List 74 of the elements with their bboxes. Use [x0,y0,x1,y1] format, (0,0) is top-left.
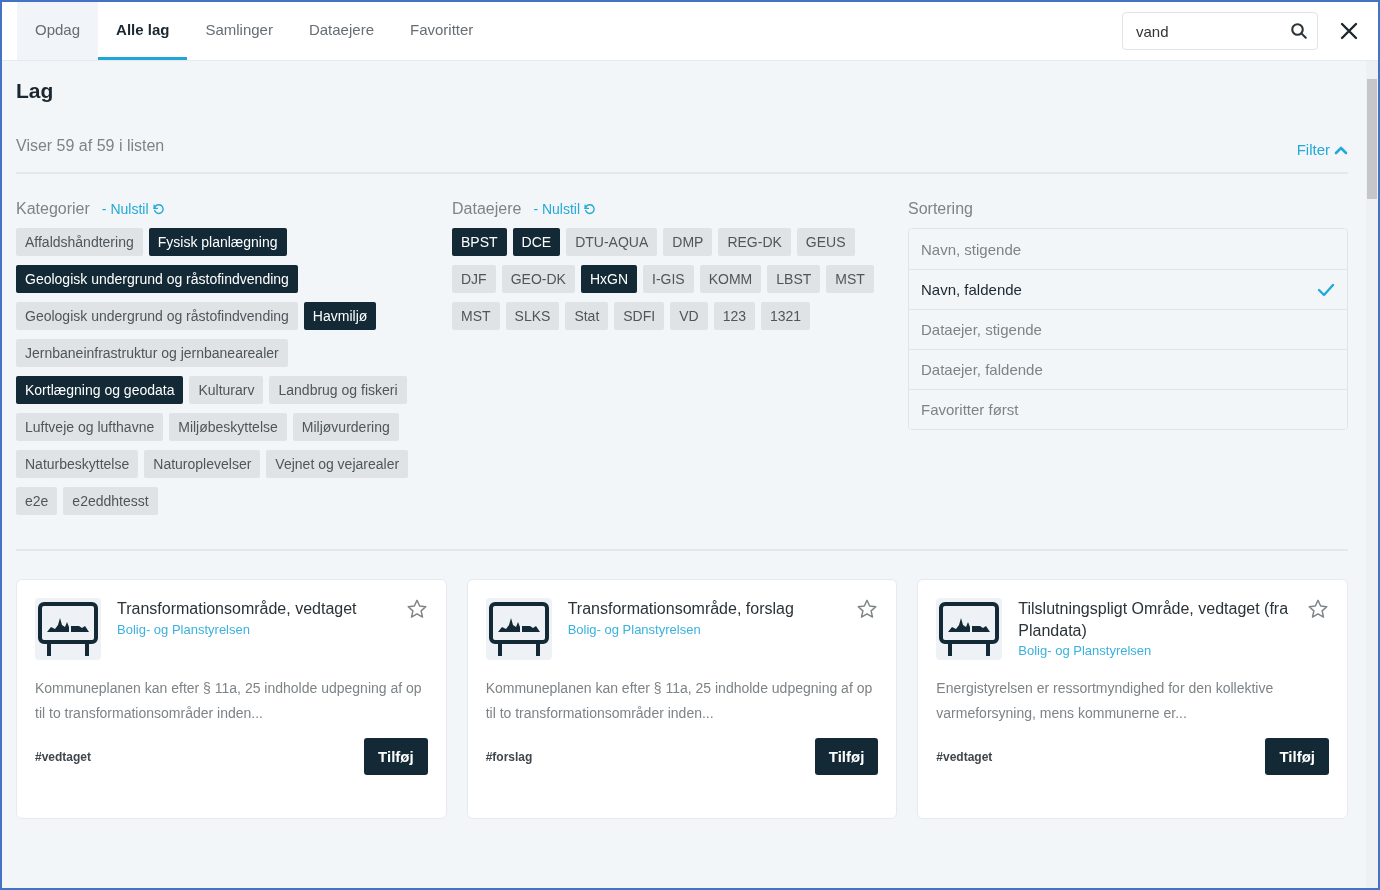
favorite-button[interactable] [856,598,879,620]
section-title: Sortering [908,200,973,218]
billboard-icon [936,598,1003,660]
filter-chip[interactable]: LBST [767,265,821,293]
sort-option[interactable]: Favoritter først [909,389,1347,429]
card-title: Transformationsområde, vedtaget [117,599,358,619]
refresh-icon [583,202,597,216]
filter-chip[interactable]: Geologisk undergrund og råstofindvending [16,302,298,330]
result-count: Viser 59 af 59 i listen [16,136,165,155]
filter-chip[interactable]: DMP [663,228,713,256]
filter-chip[interactable]: DJF [452,265,496,293]
filter-chip[interactable]: Jernbaneinfrastruktur og jernbanearealer [16,339,288,367]
close-icon [1340,22,1358,40]
search-field[interactable]: vand [1122,12,1318,50]
scrollbar[interactable] [1366,61,1378,888]
star-icon [856,598,879,620]
refresh-icon [151,202,165,216]
filter-chip[interactable]: DTU-AQUA [566,228,658,256]
add-button[interactable]: Tilføj [364,738,428,776]
filter-chip[interactable]: I-GIS [643,265,694,293]
card-description: Kommuneplanen kan efter § 11a, 25 indholde udpegning af op til to transformationsområder inden... [485,679,874,724]
filter-chip[interactable]: Fysisk planlægning [148,228,287,256]
filter-chip[interactable]: Kulturarv [189,376,264,404]
filter-chip[interactable]: Landbrug og fiskeri [269,376,407,404]
chevron-icon [1334,144,1348,155]
filter-chip[interactable]: Luftveje og lufthavne [16,413,164,441]
filter-chip[interactable]: 1321 [761,302,811,330]
card-description: Energistyrelsen er ressortmyndighed for den kollektive varmeforsyning, mens kommunerne er... [936,679,1275,724]
filter-chip[interactable]: e2eddhtesst [63,487,158,515]
filter-chip[interactable]: MST [826,265,874,293]
filter-chip[interactable]: REG-DK [718,228,791,256]
filter-chip[interactable]: GEUS [796,228,855,256]
card-description: Kommuneplanen kan efter § 11a, 25 indholde udpegning af op til to transformationsområder inden... [35,679,423,724]
filter-chip[interactable]: SDFI [614,302,665,330]
section-title: Dataejere [452,200,522,218]
search-icon [1290,22,1308,40]
favorite-button[interactable] [405,598,428,620]
filter-chip[interactable]: KOMM [699,265,762,293]
tab[interactable]: Opdag [17,2,99,60]
star-icon [405,598,428,620]
filter-chip[interactable]: VD [670,302,708,330]
filter-chip[interactable]: SLKS [505,302,560,330]
star-icon [1307,598,1329,620]
card-tag: #vedtaget [35,749,92,764]
add-button[interactable]: Tilføj [1265,738,1329,776]
filter-chip[interactable]: e2e [16,487,58,515]
close-button[interactable] [1338,20,1360,42]
add-button[interactable]: Tilføj [814,738,879,776]
filter-chip[interactable]: DCE [512,228,561,256]
filter-chip[interactable]: Stat [565,302,609,330]
filter-chip[interactable]: Miljøbeskyttelse [169,413,287,441]
filter-chip[interactable]: Vejnet og vejarealer [266,450,409,478]
filter-chip[interactable]: GEO-DK [501,265,575,293]
filter-chip[interactable]: HxGN [580,265,638,293]
section-title: Kategorier [16,200,90,218]
page-heading: Lag [16,79,55,103]
filter-chip[interactable]: Naturbeskyttelse [16,450,139,478]
filter-chip[interactable]: Havmiljø [303,302,377,330]
filter-chip[interactable]: 123 [713,302,755,330]
filter-chip[interactable]: MST [452,302,500,330]
filter-chip[interactable]: Naturoplevelser [144,450,261,478]
filter-chip[interactable]: Geologisk undergrund og råstofindvending [16,265,298,293]
check-icon [1317,282,1335,297]
favorite-button[interactable] [1307,598,1329,620]
card-title: Transformationsområde, forslag [567,599,795,619]
card-tag: #vedtaget [936,749,993,764]
billboard-icon [35,598,101,660]
billboard-icon [485,598,552,660]
card-title: Tilslutningspligt Område, vedtaget (fra Plandata) [1018,599,1290,641]
card-tag: #forslag [485,749,533,764]
filter-chip[interactable]: Miljøvurdering [292,413,399,441]
filter-chip[interactable]: Kortlægning og geodata [16,376,184,404]
filter-chip[interactable]: Affaldshåndtering [16,228,143,256]
filter-chip[interactable]: BPST [452,228,507,256]
